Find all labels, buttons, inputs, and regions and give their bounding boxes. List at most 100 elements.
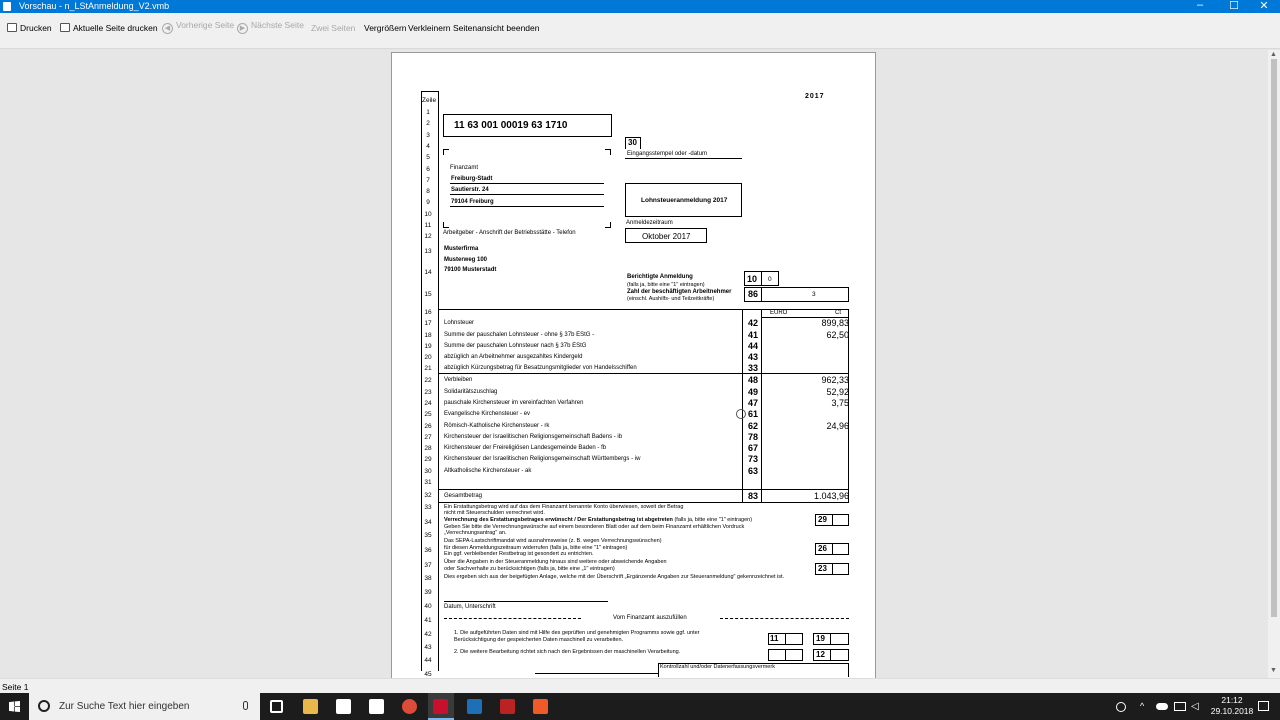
- corrected-value: 0: [768, 276, 772, 283]
- line-number: 5: [426, 154, 430, 161]
- line-number: 27: [424, 434, 432, 441]
- scroll-up-icon[interactable]: ▲: [1270, 51, 1277, 58]
- employees-code: 86: [748, 289, 759, 299]
- window-title: Vorschau - n_LStAnmeldung_V2.vmb: [19, 1, 170, 11]
- print-button[interactable]: Drucken: [7, 23, 52, 33]
- divider: [785, 633, 786, 645]
- active-app-tab[interactable]: [428, 693, 454, 720]
- amount-row-label: Kirchensteuer der Freireligiösen Landesg…: [444, 445, 607, 451]
- vertical-scrollbar[interactable]: ▲ ▼: [1268, 50, 1280, 678]
- line-number: 4: [426, 143, 430, 150]
- print-page-label: Aktuelle Seite drucken: [73, 23, 158, 33]
- line-number: 30: [424, 468, 432, 475]
- volume-icon[interactable]: ◁: [1191, 701, 1199, 712]
- kontroll-label: Kontrollzahl und/oder Datenerfassungsver…: [660, 664, 775, 670]
- amount-row-code: 62: [747, 421, 758, 431]
- clock[interactable]: 21:12 29.10.2018: [1210, 695, 1254, 717]
- close-preview-button[interactable]: Seitenansicht beenden: [453, 23, 540, 33]
- print-page-button[interactable]: Aktuelle Seite drucken: [60, 23, 158, 33]
- line-number: 28: [424, 445, 432, 452]
- amount-row-code: 47: [747, 398, 758, 408]
- mail-icon[interactable]: [369, 699, 384, 714]
- cloud-icon[interactable]: [1156, 703, 1168, 710]
- file-explorer-icon[interactable]: [303, 699, 318, 714]
- address-corner: [605, 149, 611, 155]
- app-l-icon: [433, 699, 448, 714]
- preview-viewport[interactable]: 2017 Zeile 1 2 3 4 5 6 7 8 9 10 11 12 13 14 15 16 17 18 19…: [0, 50, 1268, 678]
- amount-row-code: 41: [747, 330, 758, 340]
- line-number: 33: [424, 504, 432, 511]
- line-number: 14: [424, 269, 432, 276]
- divider: [785, 649, 786, 661]
- line-number: 43: [424, 644, 432, 651]
- address-line: [450, 183, 604, 184]
- amount-row-code: 33: [747, 363, 758, 373]
- line-number: 20: [424, 354, 432, 361]
- amount-row-value: 52,92: [826, 387, 849, 397]
- code-26: 26: [818, 544, 827, 553]
- clock-date: 29.10.2018: [1210, 706, 1254, 716]
- chrome-icon[interactable]: [402, 699, 417, 714]
- title-bar: Vorschau - n_LStAnmeldung_V2.vmb – ☐ ✕: [0, 0, 1280, 13]
- euro-header: EURO: [770, 310, 788, 316]
- start-icon[interactable]: [9, 701, 20, 712]
- amount-row-value: 3,75: [831, 398, 849, 408]
- arrow-left-icon: ◀: [162, 23, 173, 34]
- office-text: Berücksichtigung der gespeicherten Daten…: [454, 637, 624, 643]
- line-number: 19: [424, 343, 432, 350]
- arrow-right-icon: ▶: [237, 23, 248, 34]
- code-11: 11: [770, 634, 779, 643]
- task-view-icon[interactable]: [270, 700, 283, 713]
- two-pages-button[interactable]: Zwei Seiten: [311, 23, 355, 33]
- kontroll-line: [535, 673, 658, 674]
- app-icon-4[interactable]: [533, 699, 548, 714]
- refund-text: nicht mit Steuerschulden verrechnet wird…: [444, 510, 545, 516]
- maximize-button[interactable]: ☐: [1224, 0, 1244, 12]
- office-text: 1. Die aufgeführten Daten sind mit Hilfe…: [454, 630, 700, 636]
- address-corner: [443, 222, 449, 228]
- microphone-icon[interactable]: [243, 701, 248, 710]
- line-number: 40: [424, 603, 432, 610]
- divider: [761, 287, 762, 302]
- amount-row-code: 67: [747, 443, 758, 453]
- app-icon-2[interactable]: [467, 699, 482, 714]
- divider: [830, 633, 831, 645]
- zoom-out-button[interactable]: Verkleinern: [408, 23, 451, 33]
- sepa-text: Ein ggf. verbleibender Restbetrag ist ge…: [444, 551, 594, 557]
- taskbar: Zur Suche Text hier eingeben ^ ◁ 21:12 2…: [0, 693, 1280, 720]
- scroll-down-icon[interactable]: ▼: [1270, 667, 1277, 674]
- zoom-in-button[interactable]: Vergrößern: [364, 23, 407, 33]
- chevron-up-icon[interactable]: ^: [1140, 701, 1144, 711]
- app-icon-3[interactable]: [500, 699, 515, 714]
- amount-row-label: Kirchensteuer der Israelitischen Religio…: [444, 456, 641, 462]
- line-number: 25: [424, 411, 432, 418]
- people-icon[interactable]: [1116, 702, 1126, 712]
- minimize-button[interactable]: –: [1190, 0, 1210, 11]
- notifications-icon[interactable]: [1258, 701, 1269, 711]
- amount-row-code: 78: [747, 432, 758, 442]
- store-icon[interactable]: [336, 699, 351, 714]
- print-label: Drucken: [20, 23, 52, 33]
- amount-row-label: abzüglich an Arbeitnehmer ausgezahltes K…: [444, 354, 583, 360]
- amount-row-label: Evangelische Kirchensteuer - ev: [444, 411, 531, 417]
- amount-row-code: 49: [747, 387, 758, 397]
- divider: [830, 649, 831, 661]
- close-window-button[interactable]: ✕: [1254, 0, 1274, 12]
- prev-page-button[interactable]: ◀ Vorherige Seite: [162, 20, 234, 34]
- amount-row-label: pauschale Kirchensteuer im vereinfachten…: [444, 400, 584, 406]
- search-box[interactable]: Zur Suche Text hier eingeben: [29, 693, 260, 720]
- line-number: 12: [424, 233, 432, 240]
- office-text: 2. Die weitere Bearbeitung richtet sich …: [454, 649, 681, 655]
- network-icon[interactable]: [1174, 702, 1186, 711]
- address-line: [450, 206, 604, 207]
- divider: [832, 563, 833, 575]
- corrected-code: 10: [747, 274, 758, 284]
- scroll-thumb[interactable]: [1271, 59, 1277, 617]
- line-number: 2: [426, 120, 430, 127]
- line-number: 9: [426, 199, 430, 206]
- amount-row-value: 62,50: [826, 330, 849, 340]
- amount-row-code: 63: [747, 466, 758, 476]
- address-line: [450, 194, 604, 195]
- corrected-sub: (falls ja, bitte eine "1" eintragen): [627, 282, 705, 288]
- next-page-button[interactable]: ▶ Nächste Seite: [237, 20, 304, 34]
